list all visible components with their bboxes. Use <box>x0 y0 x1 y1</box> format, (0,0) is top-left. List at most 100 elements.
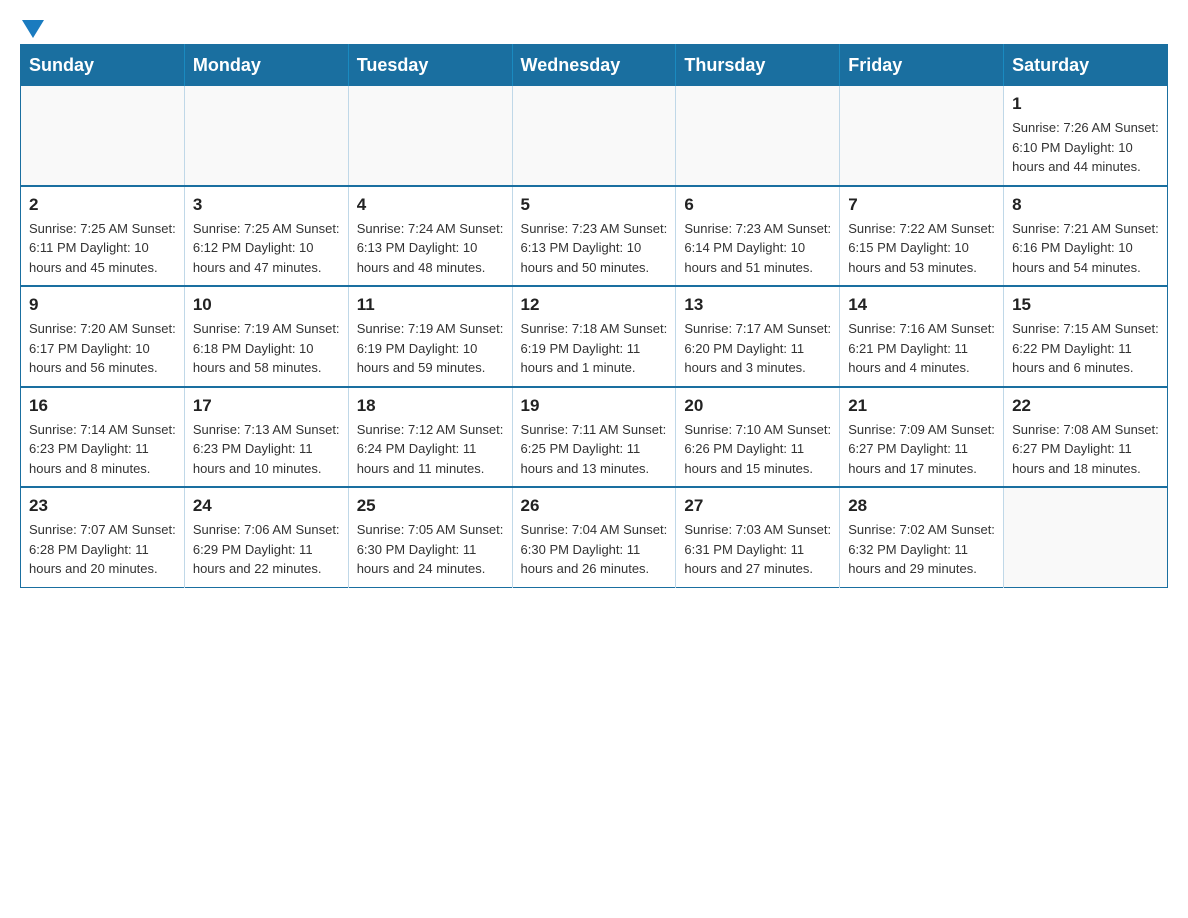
day-header-monday: Monday <box>184 45 348 87</box>
day-info: Sunrise: 7:05 AM Sunset: 6:30 PM Dayligh… <box>357 520 504 579</box>
day-info: Sunrise: 7:23 AM Sunset: 6:14 PM Dayligh… <box>684 219 831 278</box>
day-number: 5 <box>521 195 668 215</box>
calendar-cell: 26 Sunrise: 7:04 AM Sunset: 6:30 PM Dayli… <box>512 487 676 587</box>
calendar-cell <box>1004 487 1168 587</box>
day-info: Sunrise: 7:15 AM Sunset: 6:22 PM Dayligh… <box>1012 319 1159 378</box>
day-number: 27 <box>684 496 831 516</box>
day-info: Sunrise: 7:06 AM Sunset: 6:29 PM Dayligh… <box>193 520 340 579</box>
calendar-cell: 18 Sunrise: 7:12 AM Sunset: 6:24 PM Dayli… <box>348 387 512 488</box>
day-info: Sunrise: 7:21 AM Sunset: 6:16 PM Dayligh… <box>1012 219 1159 278</box>
week-row-4: 16 Sunrise: 7:14 AM Sunset: 6:23 PM Dayli… <box>21 387 1168 488</box>
day-number: 4 <box>357 195 504 215</box>
day-info: Sunrise: 7:02 AM Sunset: 6:32 PM Dayligh… <box>848 520 995 579</box>
calendar-cell: 13 Sunrise: 7:17 AM Sunset: 6:20 PM Dayli… <box>676 286 840 387</box>
calendar-cell: 8 Sunrise: 7:21 AM Sunset: 6:16 PM Daylig… <box>1004 186 1168 287</box>
day-number: 3 <box>193 195 340 215</box>
calendar-cell: 17 Sunrise: 7:13 AM Sunset: 6:23 PM Dayli… <box>184 387 348 488</box>
day-number: 16 <box>29 396 176 416</box>
day-info: Sunrise: 7:24 AM Sunset: 6:13 PM Dayligh… <box>357 219 504 278</box>
day-number: 2 <box>29 195 176 215</box>
day-header-thursday: Thursday <box>676 45 840 87</box>
calendar-cell: 7 Sunrise: 7:22 AM Sunset: 6:15 PM Daylig… <box>840 186 1004 287</box>
day-number: 17 <box>193 396 340 416</box>
calendar-cell: 6 Sunrise: 7:23 AM Sunset: 6:14 PM Daylig… <box>676 186 840 287</box>
day-number: 13 <box>684 295 831 315</box>
logo-triangle-icon <box>22 20 44 38</box>
day-number: 19 <box>521 396 668 416</box>
day-number: 25 <box>357 496 504 516</box>
day-number: 7 <box>848 195 995 215</box>
day-number: 8 <box>1012 195 1159 215</box>
logo <box>20 20 44 34</box>
day-number: 21 <box>848 396 995 416</box>
day-info: Sunrise: 7:26 AM Sunset: 6:10 PM Dayligh… <box>1012 118 1159 177</box>
day-info: Sunrise: 7:14 AM Sunset: 6:23 PM Dayligh… <box>29 420 176 479</box>
calendar-cell: 5 Sunrise: 7:23 AM Sunset: 6:13 PM Daylig… <box>512 186 676 287</box>
calendar-cell: 11 Sunrise: 7:19 AM Sunset: 6:19 PM Dayli… <box>348 286 512 387</box>
day-number: 14 <box>848 295 995 315</box>
day-info: Sunrise: 7:18 AM Sunset: 6:19 PM Dayligh… <box>521 319 668 378</box>
calendar-cell: 24 Sunrise: 7:06 AM Sunset: 6:29 PM Dayli… <box>184 487 348 587</box>
day-number: 18 <box>357 396 504 416</box>
week-row-5: 23 Sunrise: 7:07 AM Sunset: 6:28 PM Dayli… <box>21 487 1168 587</box>
day-info: Sunrise: 7:13 AM Sunset: 6:23 PM Dayligh… <box>193 420 340 479</box>
calendar-cell: 2Sunrise: 7:25 AM Sunset: 6:11 PM Daylig… <box>21 186 185 287</box>
week-row-1: 1 Sunrise: 7:26 AM Sunset: 6:10 PM Daylig… <box>21 86 1168 186</box>
calendar-header: SundayMondayTuesdayWednesdayThursdayFrid… <box>21 45 1168 87</box>
day-number: 9 <box>29 295 176 315</box>
day-number: 10 <box>193 295 340 315</box>
calendar-cell: 28 Sunrise: 7:02 AM Sunset: 6:32 PM Dayli… <box>840 487 1004 587</box>
day-number: 20 <box>684 396 831 416</box>
calendar-cell <box>840 86 1004 186</box>
day-header-tuesday: Tuesday <box>348 45 512 87</box>
week-row-3: 9 Sunrise: 7:20 AM Sunset: 6:17 PM Daylig… <box>21 286 1168 387</box>
day-info: Sunrise: 7:04 AM Sunset: 6:30 PM Dayligh… <box>521 520 668 579</box>
day-info: Sunrise: 7:25 AM Sunset: 6:12 PM Dayligh… <box>193 219 340 278</box>
day-number: 26 <box>521 496 668 516</box>
day-info: Sunrise: 7:20 AM Sunset: 6:17 PM Dayligh… <box>29 319 176 378</box>
day-number: 22 <box>1012 396 1159 416</box>
day-header-wednesday: Wednesday <box>512 45 676 87</box>
calendar-cell <box>676 86 840 186</box>
day-info: Sunrise: 7:12 AM Sunset: 6:24 PM Dayligh… <box>357 420 504 479</box>
day-header-friday: Friday <box>840 45 1004 87</box>
calendar-cell: 21Sunrise: 7:09 AM Sunset: 6:27 PM Dayli… <box>840 387 1004 488</box>
day-info: Sunrise: 7:23 AM Sunset: 6:13 PM Dayligh… <box>521 219 668 278</box>
day-number: 11 <box>357 295 504 315</box>
calendar-cell: 16 Sunrise: 7:14 AM Sunset: 6:23 PM Dayli… <box>21 387 185 488</box>
day-info: Sunrise: 7:08 AM Sunset: 6:27 PM Dayligh… <box>1012 420 1159 479</box>
day-info: Sunrise: 7:22 AM Sunset: 6:15 PM Dayligh… <box>848 219 995 278</box>
day-number: 15 <box>1012 295 1159 315</box>
calendar-cell <box>512 86 676 186</box>
day-number: 28 <box>848 496 995 516</box>
calendar-cell: 4 Sunrise: 7:24 AM Sunset: 6:13 PM Daylig… <box>348 186 512 287</box>
day-number: 23 <box>29 496 176 516</box>
calendar-cell: 10 Sunrise: 7:19 AM Sunset: 6:18 PM Dayli… <box>184 286 348 387</box>
calendar-cell: 12Sunrise: 7:18 AM Sunset: 6:19 PM Dayli… <box>512 286 676 387</box>
day-header-saturday: Saturday <box>1004 45 1168 87</box>
day-info: Sunrise: 7:17 AM Sunset: 6:20 PM Dayligh… <box>684 319 831 378</box>
calendar-cell <box>184 86 348 186</box>
calendar-cell: 22 Sunrise: 7:08 AM Sunset: 6:27 PM Dayli… <box>1004 387 1168 488</box>
day-number: 24 <box>193 496 340 516</box>
page-header <box>20 20 1168 34</box>
day-info: Sunrise: 7:07 AM Sunset: 6:28 PM Dayligh… <box>29 520 176 579</box>
calendar-cell: 9 Sunrise: 7:20 AM Sunset: 6:17 PM Daylig… <box>21 286 185 387</box>
calendar-cell: 27 Sunrise: 7:03 AM Sunset: 6:31 PM Dayli… <box>676 487 840 587</box>
calendar-body: 1 Sunrise: 7:26 AM Sunset: 6:10 PM Daylig… <box>21 86 1168 587</box>
calendar-cell: 19 Sunrise: 7:11 AM Sunset: 6:25 PM Dayli… <box>512 387 676 488</box>
calendar-cell <box>21 86 185 186</box>
day-info: Sunrise: 7:16 AM Sunset: 6:21 PM Dayligh… <box>848 319 995 378</box>
day-number: 6 <box>684 195 831 215</box>
day-info: Sunrise: 7:10 AM Sunset: 6:26 PM Dayligh… <box>684 420 831 479</box>
day-info: Sunrise: 7:11 AM Sunset: 6:25 PM Dayligh… <box>521 420 668 479</box>
day-info: Sunrise: 7:19 AM Sunset: 6:18 PM Dayligh… <box>193 319 340 378</box>
calendar-cell: 15 Sunrise: 7:15 AM Sunset: 6:22 PM Dayli… <box>1004 286 1168 387</box>
calendar-cell: 23 Sunrise: 7:07 AM Sunset: 6:28 PM Dayli… <box>21 487 185 587</box>
day-info: Sunrise: 7:19 AM Sunset: 6:19 PM Dayligh… <box>357 319 504 378</box>
calendar-cell <box>348 86 512 186</box>
day-number: 1 <box>1012 94 1159 114</box>
day-info: Sunrise: 7:03 AM Sunset: 6:31 PM Dayligh… <box>684 520 831 579</box>
calendar-cell: 25 Sunrise: 7:05 AM Sunset: 6:30 PM Dayli… <box>348 487 512 587</box>
days-of-week-row: SundayMondayTuesdayWednesdayThursdayFrid… <box>21 45 1168 87</box>
